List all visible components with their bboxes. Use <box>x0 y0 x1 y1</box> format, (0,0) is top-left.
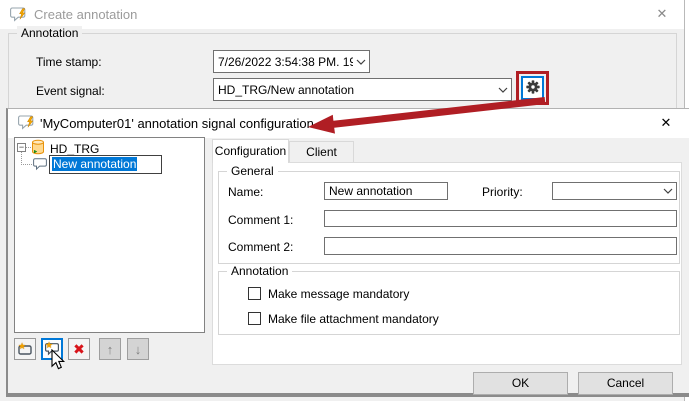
general-groupbox: General Name: Priority: Comment 1: Comme… <box>218 171 680 264</box>
ok-button[interactable]: OK <box>473 372 568 395</box>
dialog1-titlebar: Create annotation ✕ <box>0 0 684 29</box>
delete-signal-button[interactable]: ✖ <box>68 338 90 360</box>
chevron-down-icon <box>660 188 676 194</box>
dialog1-close-button[interactable]: ✕ <box>648 2 676 26</box>
tree-connector <box>21 164 32 165</box>
make-file-attachment-mandatory-label: Make file attachment mandatory <box>268 312 439 326</box>
comment2-label: Comment 2: <box>228 240 293 254</box>
move-up-button[interactable]: ↑ <box>99 338 121 360</box>
tab-client-options[interactable]: Client options <box>289 141 354 163</box>
signal-configuration-dialog: 'MyComputer01' annotation signal configu… <box>6 108 689 397</box>
annotation-bubble-lightning-icon <box>18 115 36 134</box>
timestamp-label: Time stamp: <box>36 55 102 69</box>
tree-node-rename-input[interactable]: New annotation <box>49 155 162 174</box>
priority-combobox[interactable] <box>552 182 677 200</box>
up-arrow-icon: ↑ <box>107 342 114 357</box>
make-file-attachment-mandatory-checkbox[interactable] <box>248 312 261 325</box>
chevron-down-icon <box>353 59 369 65</box>
add-signal-group-button[interactable]: ★ <box>14 338 36 360</box>
dialog2-title: 'MyComputer01' annotation signal configu… <box>40 109 314 138</box>
annotation-options-groupbox-label: Annotation <box>227 264 292 278</box>
close-icon: ✕ <box>657 6 668 22</box>
delete-x-icon: ✖ <box>73 341 85 358</box>
timestamp-combobox[interactable]: 7/26/2022 3:54:38 PM. 190 <box>213 50 370 73</box>
annotation-options-groupbox: Annotation Make message mandatory Make f… <box>218 271 680 335</box>
comment2-input[interactable] <box>324 237 677 255</box>
tab-configuration-label: Configuration <box>215 144 286 158</box>
star-icon: ★ <box>18 342 26 351</box>
event-signal-label: Event signal: <box>36 84 105 98</box>
down-arrow-icon: ↓ <box>135 342 142 357</box>
name-label: Name: <box>228 185 263 199</box>
star-icon: ★ <box>45 341 53 350</box>
cancel-button[interactable]: Cancel <box>578 372 673 395</box>
configuration-tab-page: General Name: Priority: Comment 1: Comme… <box>212 162 682 365</box>
tab-configuration[interactable]: Configuration <box>212 139 289 163</box>
add-annotation-signal-button[interactable]: ★ <box>41 338 63 360</box>
tree-node-root[interactable]: HD_TRG <box>50 142 99 156</box>
dialog2-titlebar: 'MyComputer01' annotation signal configu… <box>8 109 689 138</box>
close-icon: ✕ <box>661 115 672 131</box>
dialog2-close-button[interactable]: ✕ <box>652 111 680 135</box>
tree-collapse-toggle[interactable]: − <box>17 143 26 152</box>
database-cylinder-icon <box>31 139 45 159</box>
make-message-mandatory-label: Make message mandatory <box>268 287 409 301</box>
move-down-button[interactable]: ↓ <box>127 338 149 360</box>
dialog1-title: Create annotation <box>34 0 137 29</box>
general-groupbox-label: General <box>227 164 278 178</box>
event-signal-value: HD_TRG/New annotation <box>214 83 495 97</box>
make-message-mandatory-checkbox[interactable] <box>248 287 261 300</box>
event-signal-combobox[interactable]: HD_TRG/New annotation <box>213 78 512 101</box>
add-annotation-icon: ★ <box>45 343 59 356</box>
name-input[interactable] <box>324 182 448 200</box>
tree-node-child: New annotation <box>52 157 137 171</box>
annotation-bubble-lightning-icon <box>10 7 28 26</box>
add-group-icon: ★ <box>18 344 32 355</box>
annotation-groupbox-label: Annotation <box>17 26 82 40</box>
comment1-label: Comment 1: <box>228 213 293 227</box>
priority-label: Priority: <box>482 185 523 199</box>
red-highlight-rectangle <box>516 71 549 105</box>
chevron-down-icon <box>495 87 511 93</box>
annotation-bubble-icon <box>33 158 47 174</box>
comment1-input[interactable] <box>324 210 677 227</box>
minus-icon: − <box>19 142 24 152</box>
signal-tree[interactable]: − HD_TRG New annotation <box>14 137 205 333</box>
timestamp-value: 7/26/2022 3:54:38 PM. 190 <box>214 55 353 69</box>
